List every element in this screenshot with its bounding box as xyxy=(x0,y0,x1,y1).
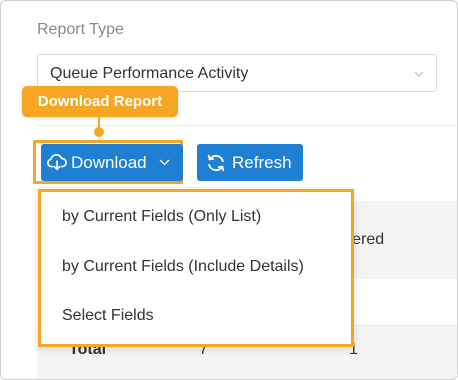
download-menu: by Current Fields (Only List) by Current… xyxy=(38,189,354,347)
download-report-callout: Download Report xyxy=(22,86,178,117)
menu-item-select-fields[interactable]: Select Fields xyxy=(62,307,154,325)
callout-pointer-dot xyxy=(94,127,104,137)
report-type-value: Queue Performance Activity xyxy=(50,65,249,82)
callout-text: Download Report xyxy=(37,93,163,110)
report-type-label: Report Type xyxy=(37,21,124,38)
caret-down-icon[interactable] xyxy=(159,157,170,167)
report-panel: Report Type Queue Performance Activity A… xyxy=(0,0,458,380)
download-label: Download xyxy=(71,153,147,172)
refresh-icon xyxy=(207,154,225,172)
cloud-download-icon xyxy=(47,153,67,171)
refresh-button[interactable]: Refresh xyxy=(197,144,303,181)
menu-item-only-list[interactable]: by Current Fields (Only List) xyxy=(62,208,261,226)
toolbar-divider xyxy=(37,125,457,126)
menu-item-include-details[interactable]: by Current Fields (Include Details) xyxy=(62,258,304,276)
refresh-label: Refresh xyxy=(232,153,292,172)
chevron-down-icon xyxy=(414,71,424,77)
